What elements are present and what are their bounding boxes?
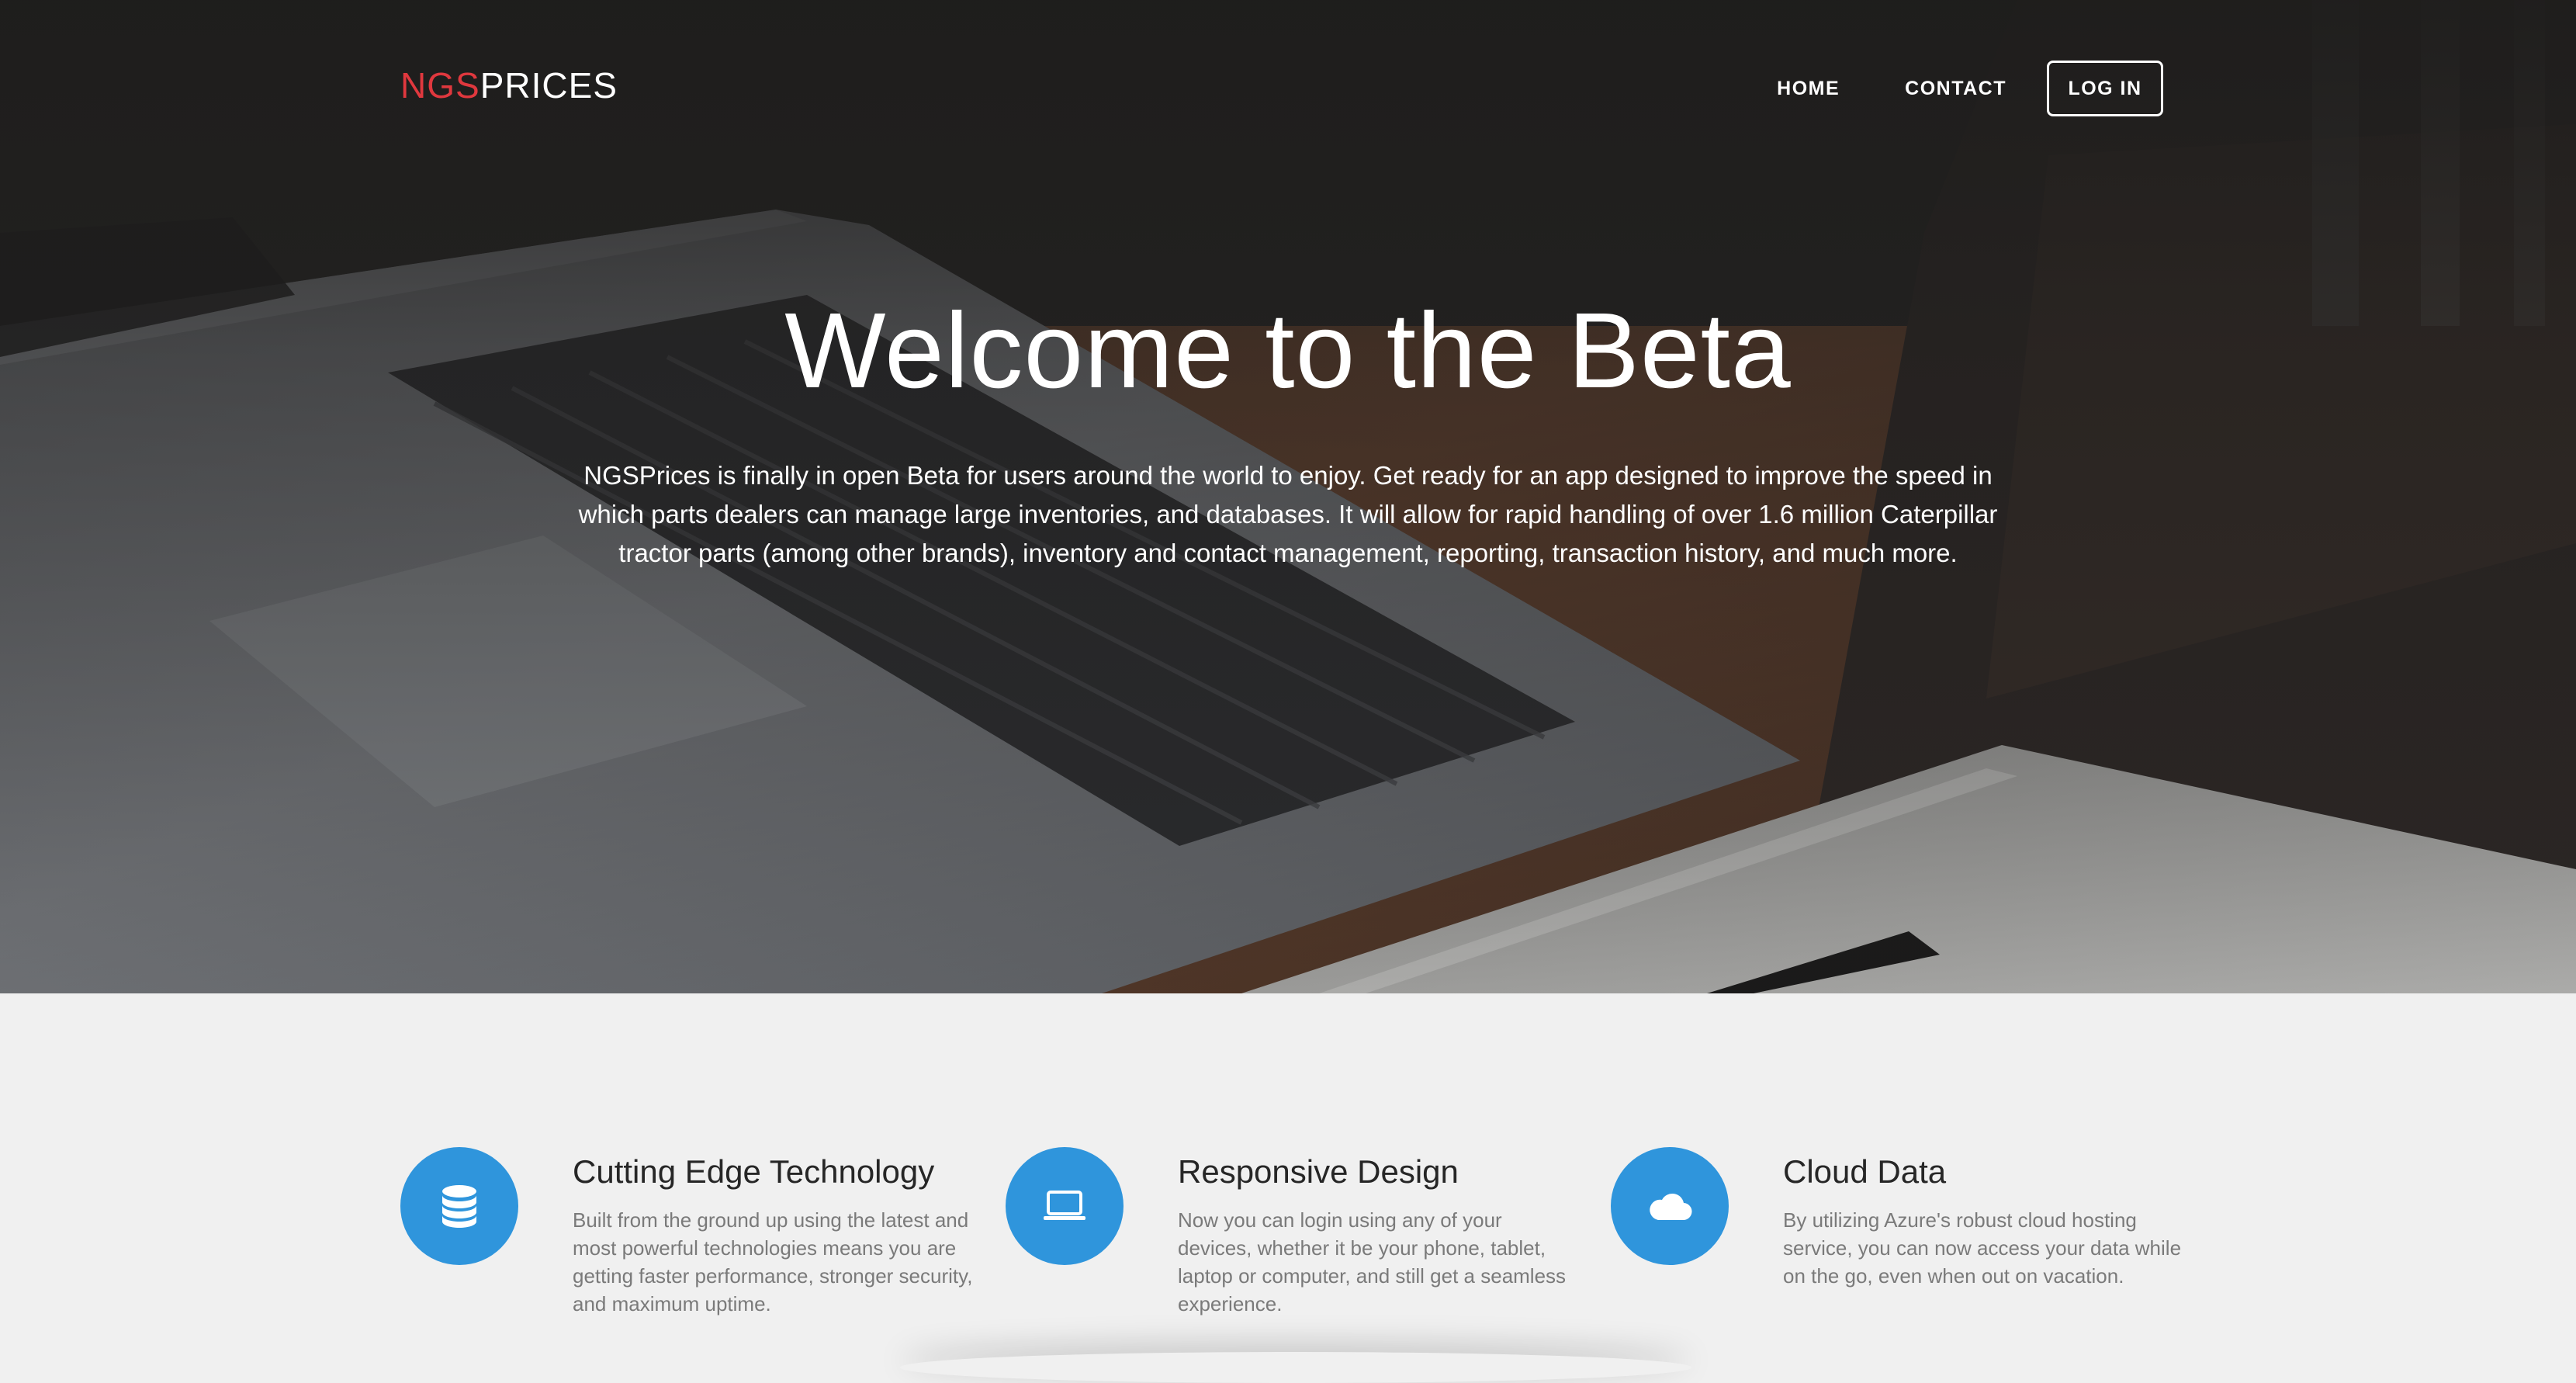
hero-title: Welcome to the Beta: [784, 291, 1792, 411]
database-icon: [400, 1147, 518, 1265]
laptop-icon: [1006, 1147, 1124, 1265]
feature-cutting-edge-technology: Cutting Edge Technology Built from the g…: [400, 1147, 990, 1341]
hero-section: NGSPRICES HOME CONTACT LOG IN Welcome to…: [0, 0, 2576, 993]
feature-title: Cloud Data: [1783, 1153, 1947, 1190]
main-nav: HOME CONTACT LOG IN: [1744, 61, 2163, 116]
feature-description: Now you can login using any of your devi…: [1178, 1208, 1567, 1315]
feature-description: By utilizing Azure's robust cloud hostin…: [1783, 1208, 2182, 1288]
logo[interactable]: NGSPRICES: [400, 65, 618, 106]
nav-link-contact[interactable]: CONTACT: [1872, 61, 2039, 116]
feature-description: Built from the ground up using the lates…: [573, 1208, 973, 1315]
feature-responsive-design: Responsive Design Now you can login usin…: [1006, 1147, 1595, 1341]
feature-title: Cutting Edge Technology: [573, 1153, 935, 1190]
cloud-icon: [1611, 1147, 1729, 1265]
feature-title: Responsive Design: [1178, 1153, 1459, 1190]
logo-accent: NGS: [400, 65, 480, 106]
logo-text: PRICES: [480, 65, 618, 106]
login-button[interactable]: LOG IN: [2047, 61, 2163, 116]
nav-link-home[interactable]: HOME: [1744, 61, 1872, 116]
features-section: Cutting Edge Technology Built from the g…: [0, 993, 2576, 1360]
hero-description: NGSPrices is finally in open Beta for us…: [578, 461, 1998, 567]
section-shadow: [900, 1352, 1691, 1383]
feature-cloud-data: Cloud Data By utilizing Azure's robust c…: [1611, 1147, 2200, 1341]
